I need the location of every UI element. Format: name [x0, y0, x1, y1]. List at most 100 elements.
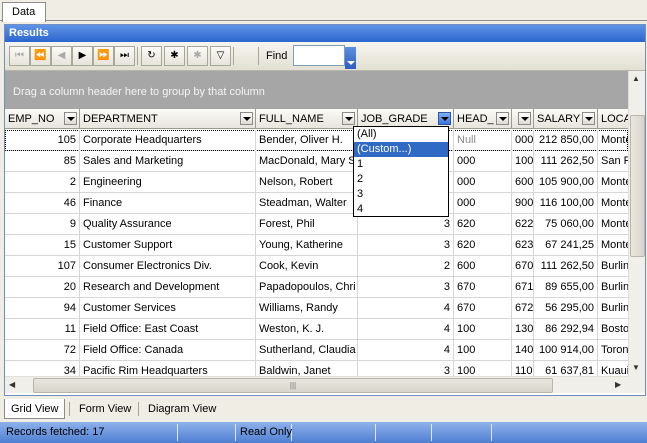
tab-diagram-view[interactable]: Diagram View	[142, 399, 226, 419]
table-row[interactable]: 72 Field Office: Canada Sutherland, Claudi…	[5, 340, 628, 361]
refresh-button[interactable]: ↻	[141, 46, 162, 66]
table-cell[interactable]: Baldwin, Janet	[256, 361, 358, 376]
table-cell[interactable]: 89 655,00	[534, 277, 598, 298]
table-cell[interactable]: 130	[512, 319, 534, 340]
table-cell[interactable]: Bender, Oliver H.	[256, 130, 358, 151]
table-cell[interactable]: Customer Support	[80, 235, 256, 256]
table-row[interactable]: 34 Pacific Rim Headquarters Baldwin, Janet…	[5, 361, 628, 376]
filter-button[interactable]: ▽	[210, 46, 231, 66]
column-filter-dropdown-icon[interactable]	[64, 112, 77, 125]
table-cell[interactable]: 671	[512, 277, 534, 298]
scroll-right-icon[interactable]: ▶	[615, 380, 621, 389]
table-cell[interactable]: 105	[5, 130, 80, 151]
insert-record-button[interactable]: ✱	[164, 46, 185, 66]
first-record-button[interactable]: ⏮	[9, 46, 30, 66]
table-cell[interactable]: 111 262,50	[534, 151, 598, 172]
table-cell[interactable]: Kuaui	[598, 361, 628, 376]
table-row[interactable]: 2 Engineering Nelson, Robert 000 600 105 900,…	[5, 172, 628, 193]
scroll-down-icon[interactable]: ▼	[632, 363, 640, 372]
table-row[interactable]: 20 Research and Development Papadopoulos, …	[5, 277, 628, 298]
table-cell[interactable]: Cook, Kevin	[256, 256, 358, 277]
table-cell[interactable]: 67 241,25	[534, 235, 598, 256]
table-cell[interactable]: Williams, Randy	[256, 298, 358, 319]
column-filter-dropdown-icon[interactable]	[438, 112, 451, 125]
table-cell[interactable]: 670	[454, 298, 512, 319]
table-cell[interactable]: 2	[5, 172, 80, 193]
table-cell[interactable]: Monte	[598, 214, 628, 235]
filter-dropdown-item[interactable]: (All)	[354, 127, 448, 142]
scroll-left-icon[interactable]: ◀	[9, 380, 15, 389]
table-cell[interactable]: 100	[454, 340, 512, 361]
table-cell[interactable]: 61 637,81	[534, 361, 598, 376]
column-filter-dropdown-icon[interactable]	[496, 112, 509, 125]
next-record-button[interactable]: ▶	[72, 46, 93, 66]
table-cell[interactable]: 3	[358, 235, 454, 256]
table-cell[interactable]: 100 914,00	[534, 340, 598, 361]
table-cell[interactable]: 20	[5, 277, 80, 298]
table-cell[interactable]: Monte	[598, 172, 628, 193]
find-options-dropdown[interactable]	[345, 47, 356, 69]
tab-data[interactable]: Data	[2, 2, 46, 22]
find-input[interactable]	[293, 45, 345, 66]
table-cell[interactable]: 100	[454, 361, 512, 376]
table-cell[interactable]: 000	[454, 172, 512, 193]
table-cell[interactable]: 3	[358, 277, 454, 298]
table-row[interactable]: 105 Corporate Headquarters Bender, Oliver …	[5, 130, 628, 151]
table-cell[interactable]: 105 900,00	[534, 172, 598, 193]
table-cell[interactable]: 600	[512, 172, 534, 193]
filter-dropdown-item[interactable]: 4	[354, 202, 448, 217]
table-cell[interactable]: 623	[512, 235, 534, 256]
table-cell[interactable]: 107	[5, 256, 80, 277]
table-cell[interactable]: Sutherland, Claudia	[256, 340, 358, 361]
table-cell[interactable]: 110	[512, 361, 534, 376]
table-cell[interactable]: Burlin	[598, 298, 628, 319]
table-row[interactable]: 11 Field Office: East Coast Weston, K. J. 4…	[5, 319, 628, 340]
table-cell[interactable]: 9	[5, 214, 80, 235]
table-cell[interactable]: Quality Assurance	[80, 214, 256, 235]
table-cell[interactable]: MacDonald, Mary S	[256, 151, 358, 172]
table-cell[interactable]: 75 060,00	[534, 214, 598, 235]
table-cell[interactable]: San F	[598, 151, 628, 172]
column-filter-dropdown-icon[interactable]	[518, 112, 531, 125]
table-cell[interactable]: 000	[454, 193, 512, 214]
group-by-panel[interactable]: Drag a column header here to group by th…	[5, 71, 628, 109]
table-cell[interactable]: Engineering	[80, 172, 256, 193]
table-cell[interactable]: 4	[358, 298, 454, 319]
vertical-scroll-thumb[interactable]	[630, 115, 645, 257]
post-button[interactable]: ✱	[187, 46, 208, 66]
table-cell[interactable]: Young, Katherine	[256, 235, 358, 256]
tab-form-view[interactable]: Form View	[73, 399, 139, 419]
table-cell[interactable]: Consumer Electronics Div.	[80, 256, 256, 277]
table-cell[interactable]: Customer Services	[80, 298, 256, 319]
table-cell[interactable]: 100	[454, 319, 512, 340]
filter-dropdown-item[interactable]: 1	[354, 157, 448, 172]
table-cell[interactable]: 94	[5, 298, 80, 319]
table-row[interactable]: 107 Consumer Electronics Div. Cook, Kevin 2…	[5, 256, 628, 277]
filter-dropdown-item[interactable]: 2	[354, 172, 448, 187]
horizontal-scroll-thumb[interactable]: |||	[33, 378, 553, 393]
table-cell[interactable]: 000	[512, 130, 534, 151]
vertical-scrollbar[interactable]: ▲ ▼	[628, 71, 645, 376]
table-cell[interactable]: Finance	[80, 193, 256, 214]
table-cell[interactable]: 672	[512, 298, 534, 319]
table-cell[interactable]: 4	[358, 340, 454, 361]
job-grade-filter-dropdown[interactable]: (All) (Custom...) 1 2 3 4	[353, 126, 449, 217]
table-cell[interactable]: 85	[5, 151, 80, 172]
table-cell[interactable]: Nelson, Robert	[256, 172, 358, 193]
table-cell[interactable]: 72	[5, 340, 80, 361]
table-cell[interactable]: Corporate Headquarters	[80, 130, 256, 151]
table-row[interactable]: 85 Sales and Marketing MacDonald, Mary S 00…	[5, 151, 628, 172]
table-cell[interactable]: Forest, Phil	[256, 214, 358, 235]
table-cell[interactable]: 600	[454, 256, 512, 277]
column-filter-dropdown-icon[interactable]	[582, 112, 595, 125]
table-cell[interactable]: 2	[358, 256, 454, 277]
horizontal-scrollbar[interactable]: ◀ ||| ▶	[5, 376, 628, 393]
table-cell[interactable]: 3	[358, 214, 454, 235]
table-cell[interactable]: Bosto	[598, 319, 628, 340]
table-cell[interactable]: 100	[512, 151, 534, 172]
prior-page-button[interactable]: ⏪	[30, 46, 51, 66]
scroll-up-icon[interactable]: ▲	[632, 74, 640, 83]
table-cell[interactable]: Field Office: East Coast	[80, 319, 256, 340]
table-cell[interactable]: Monte	[598, 235, 628, 256]
table-cell[interactable]: 670	[512, 256, 534, 277]
